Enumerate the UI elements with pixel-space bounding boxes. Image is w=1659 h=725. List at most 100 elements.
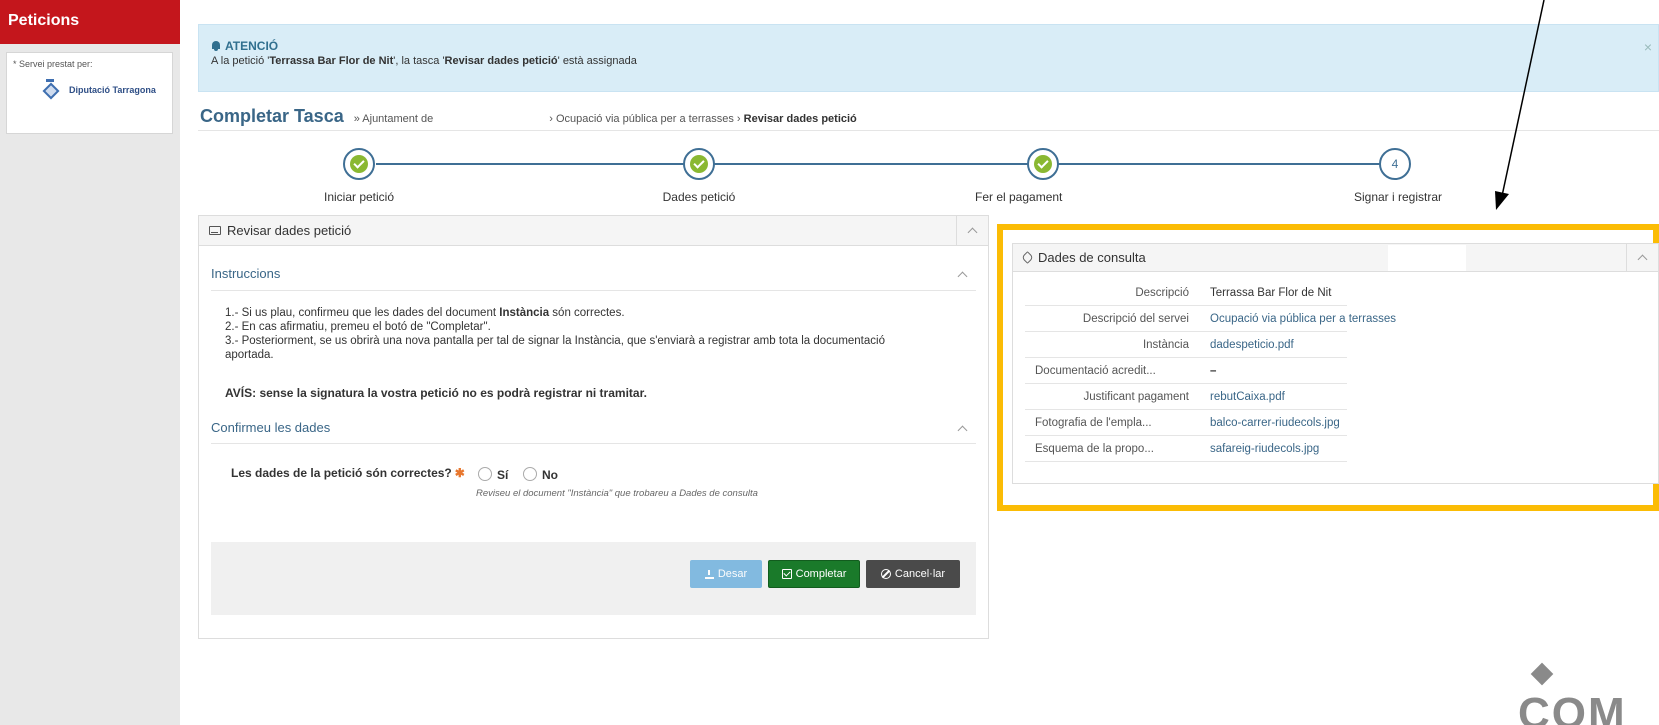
required-icon: ✱ — [454, 466, 465, 480]
sidebar: Peticions * Servei prestat per: Diputaci… — [0, 0, 180, 725]
chevron-up-icon — [1637, 254, 1648, 265]
breadcrumb-ajuntament[interactable]: » Ajuntament de — [354, 113, 434, 125]
sidebar-title[interactable]: Peticions — [0, 0, 180, 44]
complete-button-label: Completar — [795, 568, 847, 580]
radio-no-label[interactable]: No — [542, 468, 558, 482]
confirm-title: Confirmeu les dades — [211, 420, 331, 435]
scheme-link[interactable]: safareig-riudecols.jpg — [1210, 443, 1319, 455]
consult-row-key: Documentació acredit... — [1035, 365, 1156, 377]
radio-no[interactable] — [523, 467, 537, 481]
instructions-divider — [211, 290, 976, 291]
instruction-1-part-a: 1.- Si us plau, confirmeu que les dades … — [225, 307, 500, 319]
cancel-button[interactable]: Cancel·lar — [866, 560, 960, 588]
tag-icon — [1021, 251, 1034, 264]
consult-row-key: Descripció del servei — [1082, 313, 1189, 325]
alert-msg-suffix: ' està assignada — [557, 55, 637, 67]
review-panel-collapse-button[interactable] — [956, 216, 988, 246]
confirm-collapse-icon[interactable] — [957, 425, 968, 436]
inbox-icon — [209, 226, 221, 235]
consult-row-key: Justificant pagament — [1083, 391, 1189, 403]
attention-alert: ATENCIÓ A la petició 'Terrassa Bar Flor … — [198, 24, 1659, 92]
confirm-divider — [211, 443, 976, 444]
review-panel-header: Revisar dades petició — [199, 216, 988, 246]
instruction-2: 2.- En cas afirmatiu, premeu el botó de … — [225, 321, 491, 333]
radio-yes-label[interactable]: Sí — [497, 468, 508, 482]
instructions-title: Instruccions — [211, 266, 281, 281]
diputacio-logo-icon — [37, 79, 63, 101]
consult-panel-title: Dades de consulta — [1038, 250, 1146, 265]
instruction-1-part-b: Instància — [499, 307, 550, 319]
step-3-label: Fer el pagament — [975, 190, 1063, 204]
provider-logo[interactable]: Diputació Tarragona — [37, 79, 166, 101]
step-2-label: Dades petició — [662, 190, 736, 204]
instructions-collapse-icon[interactable] — [957, 271, 968, 282]
step-4-label: Signar i registrar — [1353, 190, 1443, 204]
ban-icon — [880, 569, 891, 579]
header-blank-area — [1388, 245, 1466, 271]
consult-row-value: Terrassa Bar Flor de Nit — [1210, 287, 1332, 299]
edit-check-icon — [781, 569, 792, 579]
breadcrumb: » Ajuntament de › Ocupació via pública pe… — [354, 113, 857, 125]
service-provider-box: * Servei prestat per: Diputació Tarragon… — [6, 52, 173, 134]
instancia-link[interactable]: dadespeticio.pdf — [1210, 339, 1294, 351]
save-button[interactable]: Desar — [690, 560, 762, 588]
consult-row-key: Descripció — [1135, 287, 1189, 299]
breadcrumb-service[interactable]: › Ocupació via pública per a terrasses › — [549, 113, 740, 125]
check-icon — [1034, 155, 1052, 173]
consult-row: Esquema de la propo... safareig-riudecol… — [1025, 436, 1347, 462]
service-provider-label: * Servei prestat per: — [13, 59, 93, 69]
annotation-arrow-icon — [1495, 0, 1545, 210]
consult-row: Instància dadespeticio.pdf — [1025, 332, 1347, 358]
com-logo-text: COM — [1518, 689, 1627, 725]
check-icon — [690, 155, 708, 173]
step-3-circle — [1027, 148, 1059, 180]
wizard-progress-line — [376, 163, 1392, 165]
alert-heading-text: ATENCIÓ — [225, 39, 279, 53]
page-heading: Completar Tasca » Ajuntament de › Ocupaci… — [200, 106, 857, 127]
panel-footer — [211, 542, 976, 615]
alert-msg-prefix: A la petició ' — [211, 55, 270, 67]
consult-row-key: Instància — [1142, 339, 1189, 351]
consult-panel-header: Dades de consulta — [1013, 244, 1658, 272]
check-icon — [350, 155, 368, 173]
complete-button[interactable]: Completar — [768, 560, 860, 588]
instruction-1: 1.- Si us plau, confirmeu que les dades … — [225, 306, 925, 320]
confirm-question: Les dades de la petició són correctes? ✱ — [231, 466, 465, 480]
consult-row-value: – — [1210, 365, 1217, 377]
consult-row-key: Fotografia de l'empla... — [1035, 417, 1152, 429]
provider-name: Diputació Tarragona — [69, 85, 156, 95]
alert-message: A la petició 'Terrassa Bar Flor de Nit',… — [211, 55, 1646, 67]
receipt-link[interactable]: rebutCaixa.pdf — [1210, 391, 1285, 403]
chevron-up-icon — [967, 227, 978, 238]
review-panel-title: Revisar dades petició — [227, 223, 352, 238]
download-icon — [704, 569, 714, 579]
alert-task-name: Revisar dades petició — [444, 55, 558, 67]
step-2-circle — [683, 148, 715, 180]
step-4-circle: 4 — [1379, 148, 1411, 180]
consult-row: Descripció Terrassa Bar Flor de Nit — [1025, 280, 1347, 306]
photo-link[interactable]: balco-carrer-riudecols.jpg — [1210, 417, 1340, 429]
alert-heading: ATENCIÓ — [211, 39, 1646, 53]
step-1-circle — [343, 148, 375, 180]
consult-row: Fotografia de l'empla... balco-carrer-ri… — [1025, 410, 1347, 436]
consult-panel: Dades de consulta Descripció Terrassa Ba… — [1012, 243, 1659, 484]
com-logo: COM — [1518, 662, 1638, 725]
radio-yes[interactable] — [478, 467, 492, 481]
bell-icon — [211, 41, 221, 51]
consult-row: Descripció del servei Ocupació via públi… — [1025, 306, 1396, 332]
alert-request-name: Terrassa Bar Flor de Nit — [269, 55, 394, 67]
heading-divider — [198, 130, 1659, 131]
instructions-text: 1.- Si us plau, confirmeu que les dades … — [225, 306, 925, 362]
step-1-label: Iniciar petició — [323, 190, 395, 204]
step-4-number: 4 — [1391, 157, 1399, 171]
review-panel: Revisar dades petició Instruccions 1.- S… — [198, 215, 989, 639]
save-button-label: Desar — [717, 568, 748, 580]
com-diamond-icon — [1530, 662, 1554, 686]
alert-close-button[interactable]: × — [1644, 39, 1652, 55]
breadcrumb-current: Revisar dades petició — [743, 113, 857, 125]
cancel-button-label: Cancel·lar — [894, 568, 946, 580]
page-title: Completar Tasca — [200, 106, 344, 126]
consult-panel-collapse-button[interactable] — [1626, 244, 1658, 272]
confirm-question-text: Les dades de la petició són correctes? — [231, 466, 452, 480]
service-link[interactable]: Ocupació via pública per a terrasses — [1210, 313, 1396, 325]
